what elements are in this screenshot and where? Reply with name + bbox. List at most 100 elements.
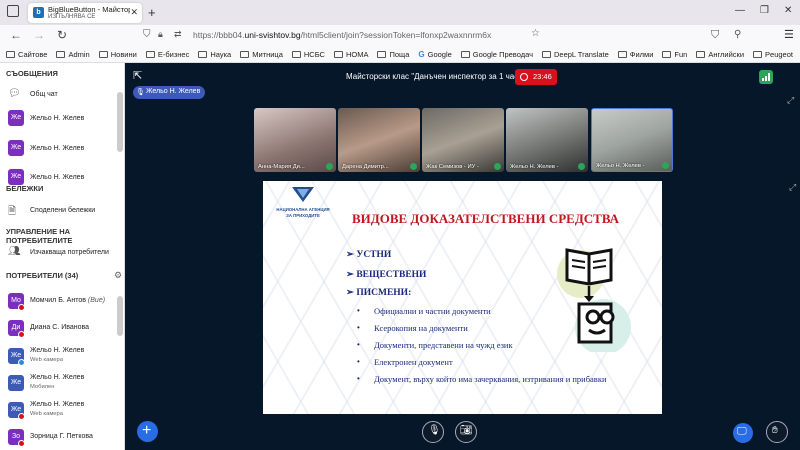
- bookmark-item[interactable]: Английски: [696, 50, 744, 59]
- bookmark-label: Английски: [708, 49, 745, 59]
- forward-icon[interactable]: →: [33, 28, 45, 42]
- recording-indicator[interactable]: 23:46: [515, 69, 557, 85]
- permissions-icon: ⇄: [174, 29, 182, 39]
- messages-header: СЪОБЩЕНИЯ: [6, 69, 58, 78]
- user-status-text: Web камера: [30, 357, 63, 363]
- mute-microphone-button[interactable]: 🎙︎: [422, 421, 444, 443]
- bookmark-item[interactable]: Admin: [56, 50, 90, 59]
- you-suffix: (Вие): [87, 297, 106, 304]
- bookmark-item[interactable]: Сайтове: [6, 50, 47, 59]
- public-chat-item[interactable]: 💬︎ Общ чат: [8, 86, 118, 104]
- user-list-item[interactable]: Ди Диана С. Иванова: [8, 318, 118, 340]
- browser-tab[interactable]: b BigBlueButton - Майсторски к ИЗПЪЛНЯВА…: [28, 3, 142, 23]
- webcam-user-name: Жельо Н. Желев -: [596, 163, 645, 169]
- folder-icon: [98, 50, 108, 58]
- fullscreen-presentation-icon[interactable]: ⤢: [789, 182, 796, 193]
- private-chat-item[interactable]: Же Жельо Н. Желев: [8, 169, 118, 187]
- user-list-item[interactable]: Же Жельо Н. Желев Web камера: [8, 346, 118, 368]
- share-screen-button[interactable]: 🖵︎: [733, 423, 753, 443]
- url-prefix: https://bbb04.: [193, 30, 245, 40]
- talking-indicator-pill[interactable]: 🎙︎ Жельо Н. Желев: [133, 86, 205, 99]
- bookmark-item[interactable]: Новини: [98, 49, 137, 59]
- bookmark-item[interactable]: DeepL Translate: [542, 50, 609, 59]
- reload-icon[interactable]: ↻: [57, 28, 67, 42]
- webcam-tile[interactable]: Анна-Мария Ди...: [254, 108, 336, 172]
- waiting-users-item[interactable]: 👥︎ Изчакваща потребители: [8, 244, 118, 262]
- bookmark-item[interactable]: НОМА: [333, 49, 369, 59]
- user-list-item[interactable]: Зо Зорница Г. Петкова: [8, 427, 118, 449]
- bookmark-item[interactable]: Google Преводач: [460, 49, 533, 59]
- chat-scrollbar[interactable]: [117, 92, 123, 152]
- avatar: Же: [8, 375, 24, 391]
- user-name: Жельо Н. Желев: [30, 401, 84, 408]
- raise-hand-button[interactable]: ✋︎: [766, 421, 788, 443]
- actions-plus-button[interactable]: +: [137, 421, 158, 442]
- webcam-tile[interactable]: Жельо Н. Желев -: [506, 108, 588, 172]
- user-list-item[interactable]: Же Жельо Н. Желев Мобилен: [8, 373, 118, 395]
- bookmark-item[interactable]: Поща: [377, 50, 409, 59]
- close-tab-icon[interactable]: ✕: [130, 7, 138, 18]
- folder-icon: [145, 50, 155, 58]
- private-chat-item[interactable]: Же Жельо Н. Желев: [8, 140, 118, 158]
- toggle-camera-button[interactable]: 📷︎: [455, 421, 477, 443]
- user-name: Жельо Н. Желев: [30, 374, 84, 381]
- bookmark-item[interactable]: Филми: [617, 50, 653, 59]
- bookmark-item[interactable]: G Google: [418, 50, 451, 59]
- bullet-oral-text: УСТНИ: [356, 250, 392, 260]
- connection-status-icon[interactable]: [759, 70, 773, 84]
- shared-notes-item[interactable]: 🗎︎ Споделени бележки: [8, 202, 118, 220]
- status-badge: [18, 359, 25, 366]
- bookmark-label: Новини: [110, 49, 137, 59]
- notes-icon: 🗎︎: [8, 206, 17, 217]
- bookmark-star-icon[interactable]: ☆: [531, 28, 540, 39]
- minimize-button[interactable]: —: [735, 5, 745, 16]
- user-list-item[interactable]: Мо Момчил Б. Антов (Вие): [8, 291, 118, 313]
- new-tab-button[interactable]: +: [148, 5, 156, 20]
- bookmark-item[interactable]: Митница: [240, 50, 283, 59]
- private-chat-item[interactable]: Же Жельо Н. Желев: [8, 110, 118, 128]
- users-settings-gear-icon[interactable]: ⚙: [114, 270, 122, 281]
- users-scrollbar[interactable]: [117, 296, 123, 336]
- bookmark-label: Митница: [252, 49, 283, 59]
- webcam-user-name: Дарена Димитр...: [342, 164, 389, 170]
- shared-notes-label: Споделени бележки: [30, 207, 96, 214]
- webcam-tile[interactable]: Жельо Н. Желев -: [591, 108, 673, 172]
- bookmark-label: Peugeot: [765, 49, 793, 59]
- book-and-reader-icon: [557, 248, 631, 352]
- bookmark-item[interactable]: НСБС: [291, 50, 325, 59]
- pocket-icon[interactable]: ⛉: [711, 29, 719, 42]
- user-list-item[interactable]: Же Жельо Н. Желев Web камера: [8, 400, 118, 422]
- nap-emblem-icon: [292, 187, 314, 202]
- extensions-icon[interactable]: ⚲: [734, 29, 741, 40]
- tab-list-icon[interactable]: [7, 5, 19, 17]
- url-path: /html5client/join?sessionToken=lfonxp2wa…: [300, 30, 492, 40]
- bookmark-label: Google Преводач: [472, 49, 533, 59]
- nap-logo: НАЦИОНАЛНА АГЕНЦИЯ ЗА ПРИХОДИТЕ: [268, 185, 338, 231]
- chat-user-name: Жельо Н. Желев: [30, 145, 85, 152]
- expand-video-icon[interactable]: ⤢: [787, 95, 794, 106]
- close-window-button[interactable]: ✕: [784, 5, 792, 16]
- waiting-users-label: Изчакваща потребители: [30, 249, 109, 256]
- users-waiting-icon: 👥︎: [8, 246, 21, 257]
- bookmark-label: НОМА: [345, 49, 369, 59]
- chat-bubble-icon: 💬︎: [8, 88, 21, 99]
- sub-bullet-text: Официални и частни документи: [374, 306, 491, 316]
- menu-icon[interactable]: ☰: [784, 28, 794, 41]
- bullet-written: ➢ ПИСМЕНИ:: [346, 288, 412, 298]
- back-icon[interactable]: ←: [10, 28, 22, 42]
- sub-bullet-dot: •: [357, 374, 360, 383]
- webcam-tile[interactable]: Дарена Димитр...: [338, 108, 420, 172]
- webcam-tile[interactable]: Жак Семизов - ИУ -: [422, 108, 504, 172]
- bookmark-item[interactable]: Fun: [662, 50, 687, 59]
- bookmark-item[interactable]: Наука: [198, 50, 231, 59]
- url-text: https://bbb04.uni-svishtov.bg/html5clien…: [193, 30, 491, 40]
- screen-share-icon: 🖵︎: [737, 426, 747, 437]
- url-bar[interactable]: ⛉ 🔒︎ ⇄ https://bbb04.uni-svishtov.bg/htm…: [143, 27, 543, 44]
- folder-icon: [333, 50, 343, 58]
- bookmark-item[interactable]: Е-бизнес: [145, 50, 189, 59]
- bookmark-item[interactable]: Peugeot: [753, 50, 793, 59]
- maximize-button[interactable]: ❐: [760, 5, 769, 16]
- user-name-text: Жельо Н. Желев: [30, 347, 85, 354]
- user-status-text: Web камера: [30, 411, 63, 417]
- leave-user-icon[interactable]: ⇱: [133, 69, 142, 82]
